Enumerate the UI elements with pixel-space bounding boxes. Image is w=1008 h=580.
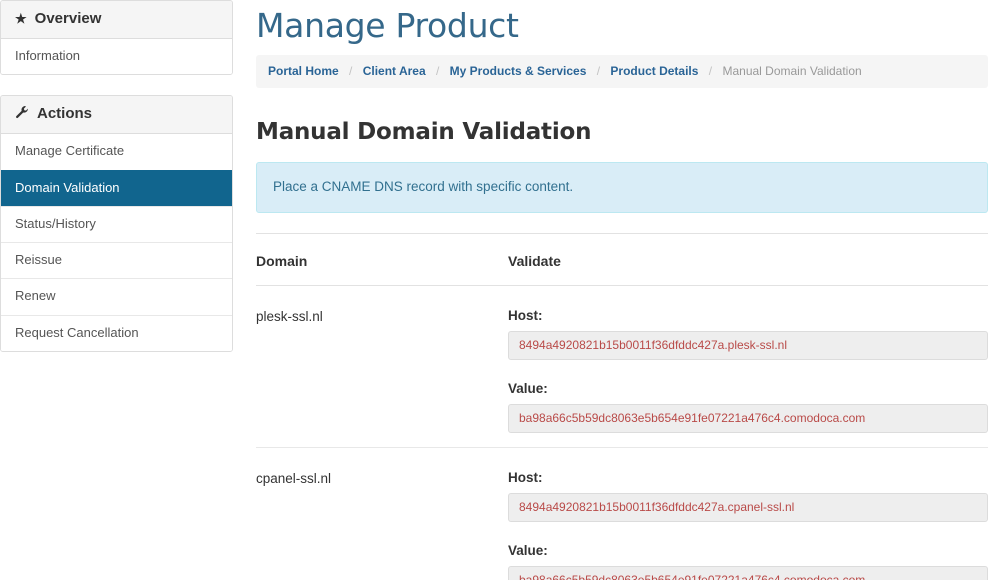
sidebar-panel-title-overview: Overview [34, 10, 102, 27]
validate-cell: Host: Value: [508, 308, 988, 433]
breadcrumb-separator: / [349, 64, 353, 79]
sidebar-panel-title-actions: Actions [37, 105, 93, 123]
section-title: Manual Domain Validation [256, 119, 592, 146]
host-input[interactable] [508, 492, 988, 522]
sidebar-panel-heading-overview: ★ Overview [1, 1, 232, 39]
sidebar-item-reissue[interactable]: Reissue [1, 242, 232, 279]
host-input[interactable] [508, 330, 988, 360]
star-icon: ★ [15, 11, 27, 27]
breadcrumb-separator: / [708, 64, 713, 79]
sidebar-list-overview: Information [1, 39, 232, 75]
breadcrumb: Portal Home / Client Area / My Products … [256, 55, 988, 89]
breadcrumb-item-current: Manual Domain Validation [722, 64, 862, 79]
breadcrumb-item-client-area[interactable]: Client Area [363, 64, 426, 78]
sidebar-list-actions: Manage Certificate Domain Validation Sta… [1, 134, 232, 351]
sidebar-panel-heading-actions: Actions [1, 96, 232, 135]
sidebar-item-manage-certificate[interactable]: Manage Certificate [1, 134, 232, 170]
sidebar-item-information[interactable]: Information [1, 39, 232, 75]
breadcrumb-separator: / [435, 64, 440, 79]
main-content: Manage Product Portal Home / Client Area… [256, 0, 1008, 580]
sidebar: ★ Overview Information Actions Manage Ce… [0, 0, 233, 372]
manage-product-page: ★ Overview Information Actions Manage Ce… [0, 0, 1008, 580]
host-label: Host: [508, 307, 543, 323]
table-row: plesk-ssl.nl Host: Value: [256, 286, 988, 447]
value-label: Value: [508, 542, 548, 558]
page-title: Manage Product [256, 6, 519, 45]
sidebar-panel-overview: ★ Overview Information [0, 0, 233, 76]
breadcrumb-item-my-products-services[interactable]: My Products & Services [450, 64, 587, 78]
table-row: cpanel-ssl.nl Host: Value: [256, 446, 988, 580]
host-label: Host: [508, 469, 543, 485]
column-header-domain: Domain [256, 252, 308, 269]
info-alert: Place a CNAME DNS record with specific c… [256, 162, 988, 213]
breadcrumb-item-product-details[interactable]: Product Details [610, 64, 698, 78]
value-input[interactable] [508, 565, 988, 580]
validate-cell: Host: Value: [508, 470, 988, 580]
sidebar-item-domain-validation[interactable]: Domain Validation [1, 169, 232, 206]
breadcrumb-separator: / [596, 64, 601, 79]
sidebar-item-request-cancellation[interactable]: Request Cancellation [1, 314, 232, 351]
domain-name: plesk-ssl.nl [256, 308, 323, 324]
breadcrumb-item-portal-home[interactable]: Portal Home [268, 64, 339, 78]
column-header-validate: Validate [508, 252, 561, 269]
sidebar-panel-actions: Actions Manage Certificate Domain Valida… [0, 95, 233, 352]
value-label: Value: [508, 380, 548, 396]
sidebar-item-status-history[interactable]: Status/History [1, 205, 232, 242]
wrench-icon [15, 105, 29, 123]
domain-name: cpanel-ssl.nl [256, 470, 332, 486]
value-input[interactable] [508, 403, 988, 433]
table-header-row: Domain Validate [256, 232, 988, 286]
sidebar-item-renew[interactable]: Renew [1, 278, 232, 315]
